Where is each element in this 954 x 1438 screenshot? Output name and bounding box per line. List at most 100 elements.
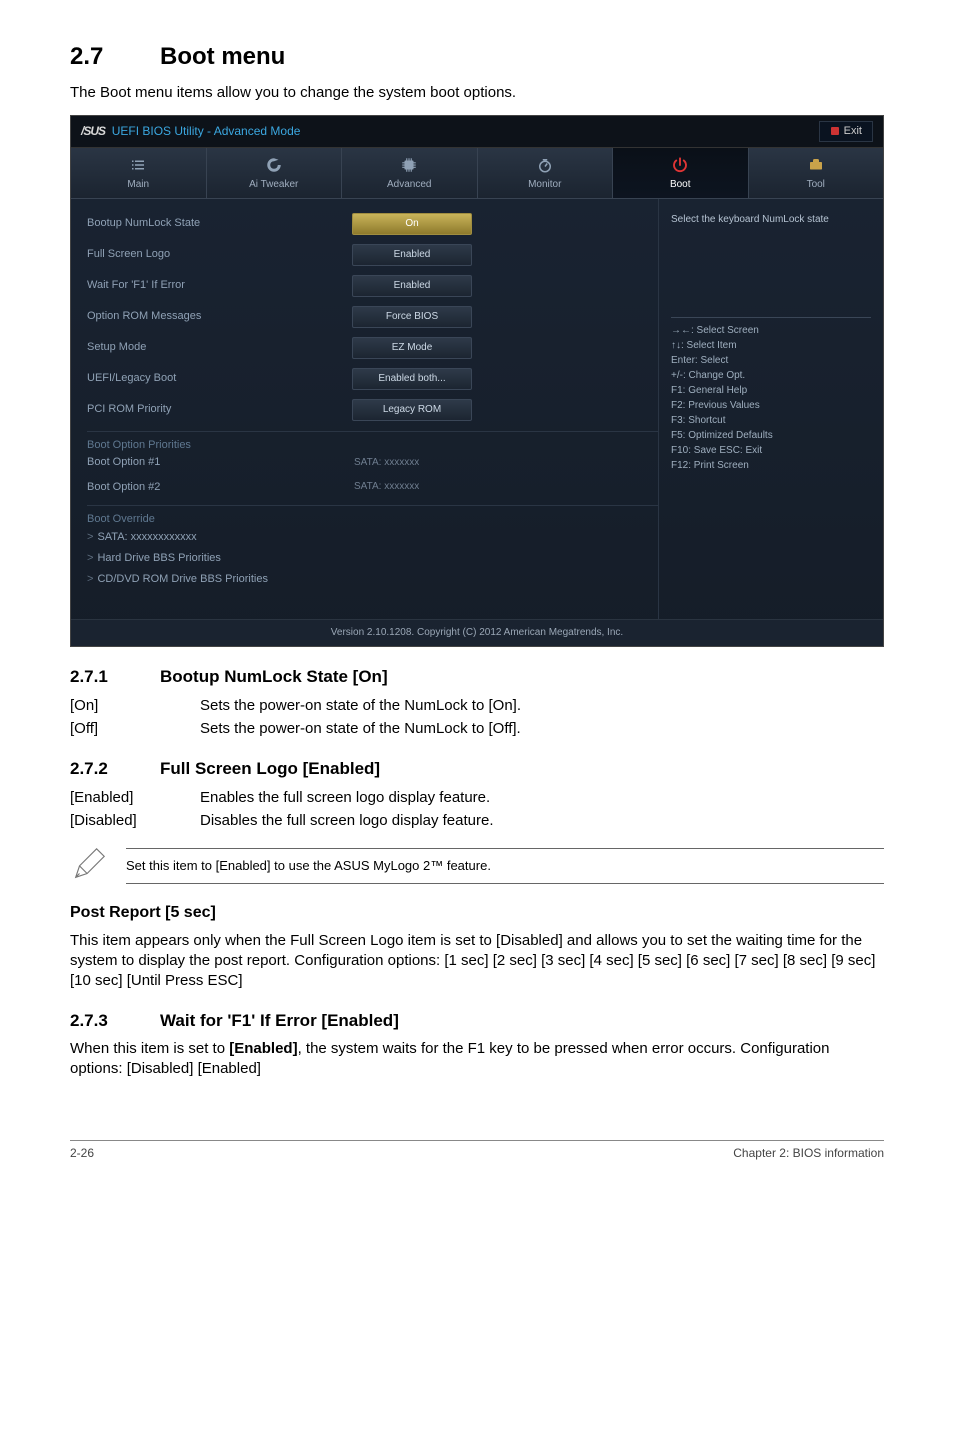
row-sata-override[interactable]: > SATA: xxxxxxxxxxxx xyxy=(87,530,658,545)
section-intro: The Boot menu items allow you to change … xyxy=(70,82,884,103)
subsection-title: Wait for 'F1' If Error [Enabled] xyxy=(160,1011,399,1030)
label-uefi: UEFI/Legacy Boot xyxy=(87,371,352,386)
help-description: Select the keyboard NumLock state xyxy=(671,213,871,227)
tool-icon xyxy=(749,156,884,174)
option-row: [Off] Sets the power-on state of the Num… xyxy=(70,718,884,739)
row-cd-bbs[interactable]: > CD/DVD ROM Drive BBS Priorities xyxy=(87,572,658,587)
help-key: ↑↓: Select Item xyxy=(671,339,871,353)
tab-monitor-label: Monitor xyxy=(528,179,561,190)
bios-body: Bootup NumLock State On Full Screen Logo… xyxy=(71,199,883,619)
tab-tool-label: Tool xyxy=(807,179,825,190)
label-logo: Full Screen Logo xyxy=(87,247,352,262)
chip-icon xyxy=(342,156,477,174)
label-boot2: Boot Option #2 xyxy=(87,480,352,495)
help-key: Enter: Select xyxy=(671,354,871,368)
row-optrom[interactable]: Option ROM Messages Force BIOS xyxy=(87,306,658,328)
tab-tool[interactable]: Tool xyxy=(749,148,884,198)
help-key: F2: Previous Values xyxy=(671,399,871,413)
value-optrom[interactable]: Force BIOS xyxy=(352,306,472,328)
help-divider xyxy=(671,317,871,318)
bios-footer: Version 2.10.1208. Copyright (C) 2012 Am… xyxy=(71,619,883,646)
monitor-icon xyxy=(478,156,613,174)
bios-help-panel: Select the keyboard NumLock state →←: Se… xyxy=(658,199,883,619)
subsection-title: Bootup NumLock State [On] xyxy=(160,667,388,686)
list-icon xyxy=(71,156,206,174)
row-numlock[interactable]: Bootup NumLock State On xyxy=(87,213,658,235)
subsection-number: 2.7.1 xyxy=(70,665,160,689)
help-key: +/-: Change Opt. xyxy=(671,369,871,383)
sata-override-label: SATA: xxxxxxxxxxxx xyxy=(97,531,196,543)
exit-button[interactable]: Exit xyxy=(819,121,873,142)
help-key: →←: Select Screen xyxy=(671,324,871,338)
section-heading: 2.7Boot menu xyxy=(70,40,884,74)
option-key: [Off] xyxy=(70,718,200,739)
power-icon xyxy=(613,156,748,174)
value-waitf1[interactable]: Enabled xyxy=(352,275,472,297)
subsection-title: Full Screen Logo [Enabled] xyxy=(160,759,380,778)
chevron-icon: > xyxy=(87,531,93,543)
tab-boot[interactable]: Boot xyxy=(613,148,749,198)
body-bold: [Enabled] xyxy=(229,1040,297,1057)
subsection-number: 2.7.2 xyxy=(70,757,160,781)
tweaker-icon xyxy=(207,156,342,174)
body-text: This item appears only when the Full Scr… xyxy=(70,931,884,992)
value-numlock[interactable]: On xyxy=(352,213,472,235)
note-text: Set this item to [Enabled] to use the AS… xyxy=(126,848,884,884)
tab-ai-label: Ai Tweaker xyxy=(249,179,298,190)
value-pci[interactable]: Legacy ROM xyxy=(352,399,472,421)
row-setup[interactable]: Setup Mode EZ Mode xyxy=(87,337,658,359)
option-row: [Enabled] Enables the full screen logo d… xyxy=(70,787,884,808)
row-hdd-bbs[interactable]: >Hard Drive BBS Priorities xyxy=(87,551,658,566)
chevron-icon: > xyxy=(87,552,93,564)
option-desc: Sets the power-on state of the NumLock t… xyxy=(200,718,884,739)
bios-title-text: UEFI BIOS Utility - Advanced Mode xyxy=(112,124,301,138)
body-text: When this item is set to [Enabled], the … xyxy=(70,1039,884,1080)
value-logo[interactable]: Enabled xyxy=(352,244,472,266)
label-optrom: Option ROM Messages xyxy=(87,309,352,324)
row-logo[interactable]: Full Screen Logo Enabled xyxy=(87,244,658,266)
tab-ai-tweaker[interactable]: Ai Tweaker xyxy=(207,148,343,198)
help-key: F10: Save ESC: Exit xyxy=(671,444,871,458)
bios-title: /SUS UEFI BIOS Utility - Advanced Mode xyxy=(81,123,300,140)
row-boot1[interactable]: Boot Option #1 SATA: xxxxxxx xyxy=(87,455,658,470)
subsection-number: 2.7.3 xyxy=(70,1009,160,1033)
row-uefi[interactable]: UEFI/Legacy Boot Enabled both... xyxy=(87,368,658,390)
exit-icon xyxy=(830,126,840,136)
option-desc: Enables the full screen logo display fea… xyxy=(200,787,884,808)
option-desc: Disables the full screen logo display fe… xyxy=(200,810,884,831)
value-uefi[interactable]: Enabled both... xyxy=(352,368,472,390)
help-key: F1: General Help xyxy=(671,384,871,398)
page-footer: 2-26 Chapter 2: BIOS information xyxy=(70,1140,884,1162)
value-boot2: SATA: xxxxxxx xyxy=(352,480,419,494)
cd-bbs-label: CD/DVD ROM Drive BBS Priorities xyxy=(97,573,268,585)
bios-screenshot: /SUS UEFI BIOS Utility - Advanced Mode E… xyxy=(70,115,884,647)
subsub-heading: Post Report [5 sec] xyxy=(70,902,884,924)
bios-settings-list: Bootup NumLock State On Full Screen Logo… xyxy=(71,199,658,619)
label-setup: Setup Mode xyxy=(87,340,352,355)
option-desc: Sets the power-on state of the NumLock t… xyxy=(200,695,884,716)
value-setup[interactable]: EZ Mode xyxy=(352,337,472,359)
help-key: F3: Shortcut xyxy=(671,414,871,428)
note-box: Set this item to [Enabled] to use the AS… xyxy=(70,845,884,889)
page-number: 2-26 xyxy=(70,1145,94,1162)
tab-main[interactable]: Main xyxy=(71,148,207,198)
group-boot-priorities: Boot Option Priorities xyxy=(87,431,658,453)
section-number: 2.7 xyxy=(70,40,160,74)
label-waitf1: Wait For 'F1' If Error xyxy=(87,278,352,293)
subsection-heading: 2.7.1Bootup NumLock State [On] xyxy=(70,665,884,689)
chevron-icon: > xyxy=(87,573,93,585)
row-boot2[interactable]: Boot Option #2 SATA: xxxxxxx xyxy=(87,480,658,495)
pencil-icon xyxy=(70,845,108,889)
row-waitf1[interactable]: Wait For 'F1' If Error Enabled xyxy=(87,275,658,297)
exit-label: Exit xyxy=(844,124,862,139)
option-row: [Disabled] Disables the full screen logo… xyxy=(70,810,884,831)
help-keys: →←: Select Screen ↑↓: Select Item Enter:… xyxy=(671,324,871,473)
label-numlock: Bootup NumLock State xyxy=(87,216,352,231)
help-key: F12: Print Screen xyxy=(671,459,871,473)
tab-monitor[interactable]: Monitor xyxy=(478,148,614,198)
row-pci[interactable]: PCI ROM Priority Legacy ROM xyxy=(87,399,658,421)
body-pre: When this item is set to xyxy=(70,1040,229,1057)
tab-advanced[interactable]: Advanced xyxy=(342,148,478,198)
subsection-heading: 2.7.3Wait for 'F1' If Error [Enabled] xyxy=(70,1009,884,1033)
help-key: F5: Optimized Defaults xyxy=(671,429,871,443)
